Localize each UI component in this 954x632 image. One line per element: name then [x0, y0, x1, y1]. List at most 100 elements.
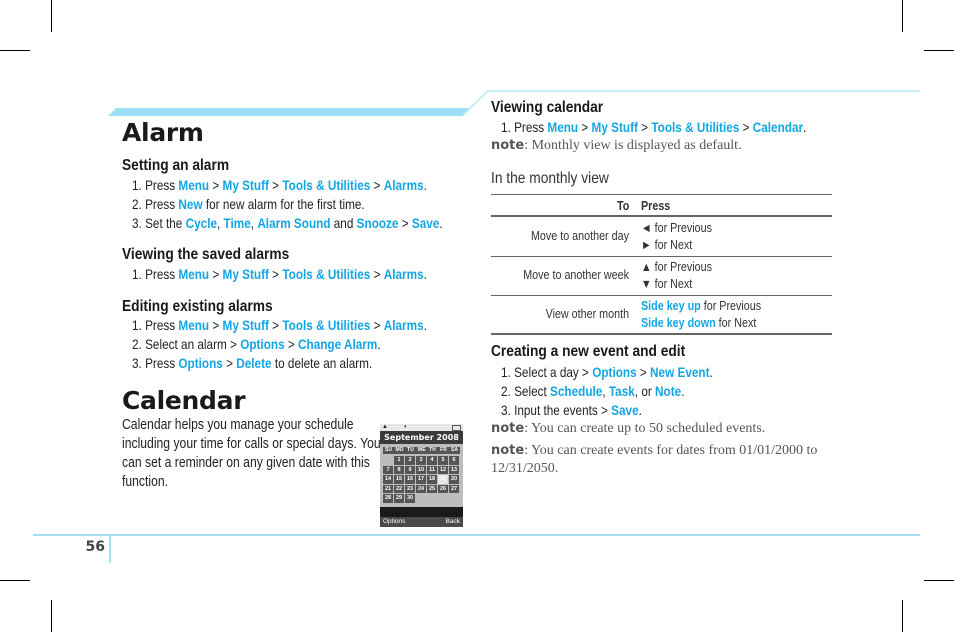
step-text: > — [209, 317, 223, 333]
step-text: . — [423, 266, 427, 282]
phone-day: 22 — [394, 484, 404, 493]
step-text: > — [739, 119, 753, 135]
table-cell-to: Move to another day — [530, 229, 629, 243]
creating-step: 2. Select Schedule, Task, or Note. — [501, 383, 684, 399]
step-text: > — [284, 336, 299, 352]
table-row-rule — [491, 333, 832, 335]
step-prefix: 3. Press — [132, 355, 179, 371]
step-text: ◄ — [641, 221, 652, 235]
setting-step: 3. Set the Cycle, Time, Alarm Sound and … — [132, 215, 443, 231]
editing-step: 3. Press Options > Delete to delete an a… — [132, 355, 372, 371]
step-prefix: 1. Select a day > — [501, 364, 593, 380]
calendar-intro: Calendar helps you manage your schedule … — [122, 417, 381, 490]
ui-keyword: My Stuff — [222, 317, 269, 333]
creating-note-2: note: You can create events for dates fr… — [491, 442, 836, 478]
phone-day: 16 — [405, 475, 415, 484]
phone-day: 30 — [405, 494, 415, 503]
phone-weekday: SA — [451, 447, 458, 453]
ui-keyword: Save — [411, 215, 440, 231]
step-text: , or — [634, 383, 656, 399]
step-text: > — [637, 119, 652, 135]
footer-divider — [109, 535, 111, 563]
step-prefix: 3. Set the — [132, 215, 186, 231]
note-label: note — [491, 443, 525, 458]
table-header-press: Press — [641, 199, 671, 213]
step-text: . — [423, 177, 427, 193]
ui-keyword: Tools & Utilities — [282, 266, 371, 282]
phone-day: 11 — [427, 465, 437, 474]
crop-mark-bottom-right-h — [924, 580, 954, 581]
phone-weekday: TH — [429, 447, 436, 453]
step-text: ▼ — [641, 277, 652, 291]
step-text: > — [209, 177, 223, 193]
phone-month-title: September 2008 — [380, 431, 463, 444]
phone-day: 2 — [405, 456, 415, 465]
step-prefix: 2. Select — [501, 383, 551, 399]
phone-day-selected: 19 — [438, 475, 448, 484]
creating-step: 3. Input the events > Save. — [501, 402, 642, 418]
table-row-rule — [491, 295, 832, 296]
phone-day: 26 — [438, 484, 448, 493]
ui-keyword: Note — [655, 383, 682, 399]
phone-day: 10 — [416, 465, 426, 474]
phone-day: 4 — [427, 456, 437, 465]
phone-day: 1 — [394, 456, 404, 465]
creating-note-1: note: You can create up to 50 scheduled … — [491, 421, 765, 437]
ui-keyword: Menu — [178, 266, 210, 282]
phone-day: 3 — [416, 456, 426, 465]
table-cell-press: ◄ for Previous — [641, 221, 712, 235]
ui-keyword: Options — [592, 364, 637, 380]
editing-step: 2. Select an alarm > Options > Change Al… — [132, 336, 381, 352]
phone-day: 25 — [427, 484, 437, 493]
ui-keyword: Schedule — [550, 383, 603, 399]
table-cell-press: ▲ for Previous — [641, 260, 712, 274]
crop-mark-bottom-left-h — [0, 580, 30, 581]
phone-weekday: MO — [395, 447, 404, 453]
ui-keyword: Side key down — [641, 316, 716, 330]
phone-day: 17 — [416, 475, 426, 484]
ui-keyword: Cycle — [185, 215, 217, 231]
crop-mark-bottom-right-v — [902, 600, 903, 632]
step-text: . — [377, 336, 381, 352]
creating-step: 1. Select a day > Options > New Event. — [501, 364, 713, 380]
phone-softkeys: Options Back — [380, 517, 463, 527]
ui-keyword: Task — [608, 383, 635, 399]
creating-event-heading: Creating a new event and edit — [491, 343, 686, 360]
table-cell-press: Side key down for Next — [641, 316, 756, 330]
table-cell-to: View other month — [545, 307, 629, 321]
table-row-rule — [491, 256, 832, 257]
ui-keyword: Change Alarm — [298, 336, 378, 352]
viewing-alarms-heading: Viewing the saved alarms — [122, 246, 290, 263]
ui-keyword: Alarm Sound — [257, 215, 331, 231]
editing-alarms-heading: Editing existing alarms — [122, 298, 273, 315]
step-text: for new alarm for the first time. — [202, 196, 365, 212]
step-prefix: 2. Press — [132, 196, 179, 212]
calendar-title: Calendar — [122, 386, 246, 415]
table-header-to: To — [616, 199, 629, 213]
phone-day: 6 — [449, 456, 459, 465]
step-text: ▲ — [641, 260, 652, 274]
step-prefix: 1. Press — [132, 177, 179, 193]
crop-mark-bottom-left-v — [51, 600, 52, 632]
note-label: note — [491, 421, 525, 436]
ui-keyword: New Event — [650, 364, 710, 380]
setting-step: 1. Press Menu > My Stuff > Tools & Utili… — [132, 177, 427, 193]
phone-day: 24 — [416, 484, 426, 493]
step-text: > — [370, 317, 384, 333]
ui-keyword: Time — [223, 215, 251, 231]
setting-alarm-heading: Setting an alarm — [122, 157, 230, 174]
table-cell-press: ▼ for Next — [641, 277, 692, 291]
phone-day: 28 — [383, 494, 393, 503]
step-text: > — [398, 215, 412, 231]
table-top-rule — [491, 194, 832, 195]
table-cell-press: Side key up for Previous — [641, 299, 761, 313]
ui-keyword: My Stuff — [222, 177, 269, 193]
step-text: for Previous — [651, 221, 712, 235]
ui-keyword: Alarms — [383, 317, 424, 333]
phone-day-empty — [383, 456, 393, 465]
footer-rule — [33, 534, 920, 536]
step-text: ► — [641, 238, 652, 252]
table-header-rule — [491, 215, 832, 217]
ui-keyword: Delete — [236, 355, 272, 371]
ui-keyword: Menu — [178, 177, 210, 193]
